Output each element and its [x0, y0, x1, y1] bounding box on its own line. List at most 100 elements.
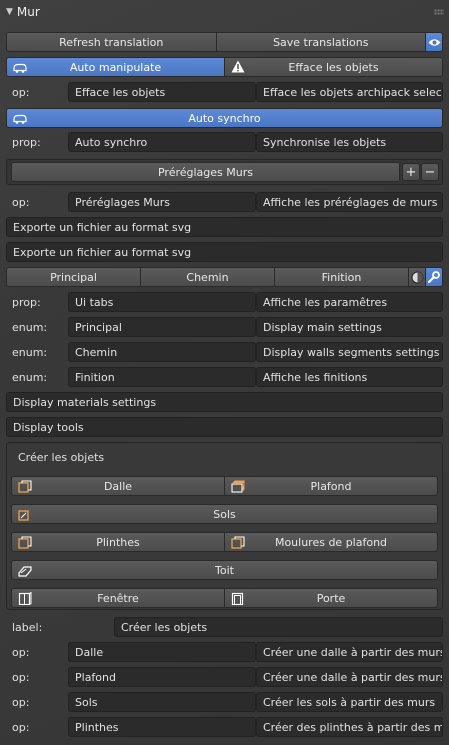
create-row-sols: Sols	[11, 504, 438, 524]
drag-grip-icon[interactable]	[434, 9, 444, 15]
material-sphere-button[interactable]	[408, 267, 426, 287]
fenetre-label: Fenêtre	[97, 591, 139, 605]
porte-button[interactable]: Porte	[224, 588, 438, 608]
plinthes-label: Plinthes	[96, 535, 140, 549]
plinthes-button[interactable]: Plinthes	[11, 532, 225, 552]
op-desc-field[interactable]: Affiche les préréglages de murs	[256, 192, 443, 212]
prop-name-field[interactable]: Auto synchro	[68, 132, 256, 152]
porte-label: Porte	[316, 591, 346, 605]
remove-icon: −	[424, 164, 436, 180]
mur-panel: ▼ Mur Refresh translation Save translati…	[0, 0, 449, 745]
material-sphere-icon	[411, 271, 423, 283]
op-name-field[interactable]: Dalle	[68, 642, 256, 662]
collapse-triangle-icon[interactable]: ▼	[6, 7, 13, 17]
op-name-field[interactable]: Préréglages Murs	[68, 192, 256, 212]
enum-desc-field[interactable]: Affiche les finitions	[256, 367, 443, 387]
plafond-button[interactable]: Plafond	[224, 476, 438, 496]
ui-tabs: Principal Chemin Finition	[6, 267, 443, 287]
op-name-field[interactable]: Efface les objets	[68, 82, 256, 102]
op-row-dalle: op: Dalle Créer une dalle à partir des m…	[6, 642, 443, 662]
enum-desc-field[interactable]: Display walls segments settings	[256, 342, 443, 362]
auto-synchro-button[interactable]: Auto synchro	[6, 108, 443, 128]
enum-row-principal: enum: Principal Display main settings	[6, 317, 443, 337]
tab-label: Chemin	[186, 270, 229, 284]
op-name-field[interactable]: Plafond	[68, 667, 256, 687]
sols-button[interactable]: Sols	[11, 504, 438, 524]
prop-row-ui-tabs: prop: Ui tabs Affiche les paramêtres	[6, 292, 443, 312]
preset-add-button[interactable]: +	[402, 163, 420, 181]
create-objects-title: Créer les objets	[18, 450, 105, 464]
synchro-icon	[13, 114, 27, 124]
moulures-button[interactable]: Moulures de plafond	[224, 532, 438, 552]
efface-objets-label: Efface les objets	[288, 60, 379, 74]
op-desc-field[interactable]: Efface les objets archipack selecti...	[256, 82, 443, 102]
translation-toolbar: Refresh translation Save translations	[6, 32, 443, 52]
enum-name-field[interactable]: Finition	[68, 367, 256, 387]
create-row-toit: Toit	[11, 560, 438, 580]
export-svg-info-1: Exporte un fichier au format svg	[6, 217, 443, 237]
label-name-field[interactable]: Créer les objets	[114, 617, 443, 637]
row-label: prop:	[12, 295, 41, 309]
eye-toggle-button[interactable]	[425, 32, 443, 52]
op-row-presets: op: Préréglages Murs Affiche les prérégl…	[6, 192, 443, 212]
save-translations-button[interactable]: Save translations	[215, 32, 426, 52]
prop-name-field[interactable]: Ui tabs	[68, 292, 256, 312]
row-label: enum:	[12, 320, 48, 334]
panel-header[interactable]: ▼ Mur	[0, 0, 449, 24]
enum-row-finition: enum: Finition Affiche les finitions	[6, 367, 443, 387]
row-label: op:	[12, 85, 30, 99]
export-svg-info-2: Exporte un fichier au format svg	[6, 242, 443, 262]
tab-chemin[interactable]: Chemin	[140, 267, 275, 287]
dalle-label: Dalle	[103, 479, 133, 493]
create-row-plinthes-moulures: Plinthes Moulures de plafond	[11, 532, 438, 552]
op-desc-field[interactable]: Créer les sols à partir des murs	[256, 692, 443, 712]
tab-finition[interactable]: Finition	[274, 267, 409, 287]
row-label: op:	[12, 195, 30, 209]
auto-manipulate-button[interactable]: Auto manipulate	[6, 57, 225, 77]
op-desc-field[interactable]: Créer des plinthes à partir des murs	[256, 717, 443, 737]
op-name-field[interactable]: Plinthes	[68, 717, 256, 737]
plafond-label: Plafond	[310, 479, 352, 493]
enum-name-field[interactable]: Principal	[68, 317, 256, 337]
refresh-translation-label: Refresh translation	[59, 35, 164, 49]
prop-row-auto-synchro: prop: Auto synchro Synchronise les objet…	[6, 132, 443, 152]
prop-desc-field[interactable]: Affiche les paramêtres	[256, 292, 443, 312]
create-row-fenetre-porte: Fenêtre Porte	[11, 588, 438, 608]
panel-title: Mur	[16, 5, 40, 19]
moulding-icon	[231, 536, 245, 549]
presets-murs-label: Préréglages Murs	[157, 165, 253, 179]
auto-synchro-row: Auto synchro	[6, 108, 443, 128]
auto-manipulate-label: Auto manipulate	[69, 60, 162, 74]
wrench-icon	[428, 271, 440, 283]
enum-row-chemin: enum: Chemin Display walls segments sett…	[6, 342, 443, 362]
moulures-label: Moulures de plafond	[274, 535, 388, 549]
warning-icon	[231, 60, 245, 73]
slab-icon	[18, 480, 32, 493]
op-row-plinthes: op: Plinthes Créer des plinthes à partir…	[6, 717, 443, 737]
tab-principal[interactable]: Principal	[6, 267, 141, 287]
op-row-sols: op: Sols Créer les sols à partir des mur…	[6, 692, 443, 712]
row-label: prop:	[12, 135, 41, 149]
op-row-plafond: op: Plafond Créer une dalle à partir des…	[6, 667, 443, 687]
op-name-field[interactable]: Sols	[68, 692, 256, 712]
dalle-button[interactable]: Dalle	[11, 476, 225, 496]
enum-name-field[interactable]: Chemin	[68, 342, 256, 362]
tools-wrench-button[interactable]	[425, 267, 443, 287]
presets-box: Préréglages Murs + −	[6, 159, 443, 185]
manipulate-toolbar: Auto manipulate Efface les objets	[6, 57, 443, 77]
tab-label: Finition	[321, 270, 362, 284]
refresh-translation-button[interactable]: Refresh translation	[6, 32, 217, 52]
row-label: enum:	[12, 370, 48, 384]
efface-objets-button[interactable]: Efface les objets	[224, 57, 443, 77]
toit-button[interactable]: Toit	[11, 560, 438, 580]
door-icon	[231, 592, 244, 605]
presets-murs-button[interactable]: Préréglages Murs	[11, 162, 400, 182]
preset-remove-button[interactable]: −	[421, 163, 439, 181]
enum-desc-field[interactable]: Display main settings	[256, 317, 443, 337]
prop-desc-field[interactable]: Synchronise les objets	[256, 132, 443, 152]
row-label: op:	[12, 720, 30, 734]
op-desc-field[interactable]: Créer une dalle à partir des murs	[256, 667, 443, 687]
op-desc-field[interactable]: Créer une dalle à partir des murs	[256, 642, 443, 662]
fenetre-button[interactable]: Fenêtre	[11, 588, 225, 608]
auto-synchro-label: Auto synchro	[188, 111, 261, 125]
